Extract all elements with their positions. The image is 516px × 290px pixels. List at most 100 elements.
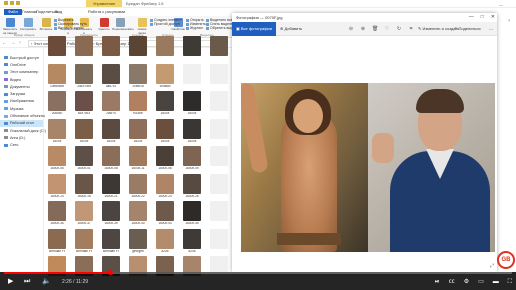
progress-bar[interactable]	[4, 270, 512, 275]
file-item[interactable]: 1600x-18	[71, 173, 97, 199]
file-item[interactable]: 8206	[152, 228, 178, 254]
file-item[interactable]: 1600x-22	[125, 173, 151, 199]
ribbon-button-delete[interactable]: Удалить	[96, 18, 112, 36]
close-icon[interactable]: ✕	[491, 13, 495, 22]
file-item[interactable]	[179, 36, 205, 57]
file-item[interactable]	[206, 36, 232, 57]
fullscreen-icon[interactable]: ⛶	[508, 278, 512, 286]
sidebar-item[interactable]: Сеть	[0, 142, 43, 149]
file-item[interactable]: f01bce	[125, 91, 151, 116]
more-icon[interactable]: …	[488, 26, 494, 32]
file-item[interactable]: 1600x	[179, 91, 205, 116]
photo-image[interactable]	[241, 83, 495, 252]
file-item[interactable]	[206, 91, 232, 112]
minimize-icon[interactable]: —	[499, 2, 503, 7]
quick-access-toolbar[interactable]	[4, 1, 24, 6]
file-item[interactable]: 1600x-40	[125, 201, 151, 226]
file-item[interactable]: 1600x-14	[44, 173, 70, 199]
sidebar-item[interactable]: Изображения	[0, 98, 43, 105]
file-item[interactable]	[206, 63, 232, 85]
menu-view[interactable]: Вид	[55, 9, 62, 15]
file-item[interactable]: 1600x	[152, 118, 178, 144]
file-item[interactable]: 1600x-43	[152, 201, 178, 226]
file-item[interactable]	[206, 146, 232, 167]
maximize-icon[interactable]: □	[481, 13, 484, 22]
ribbon-small-command[interactable]: Простой доступ	[150, 22, 180, 26]
help-icon[interactable]: ?	[508, 18, 510, 23]
subtitles-icon[interactable]: ㏄	[449, 278, 455, 286]
crop-icon[interactable]: ⌗	[408, 26, 414, 32]
file-item[interactable]	[206, 228, 232, 250]
menu-picture-tools[interactable]: Работа с рисунками	[88, 9, 125, 15]
file-item[interactable]: a1e7c93	[71, 91, 97, 116]
delete-icon[interactable]: 🗑	[372, 26, 378, 32]
ribbon-tab-manage[interactable]: Управление	[86, 0, 123, 7]
zoom-in-icon[interactable]: ⊕	[360, 26, 366, 32]
next-icon[interactable]: ⏭	[24, 278, 30, 286]
share-button[interactable]: ⇪ Поделиться	[454, 22, 481, 36]
file-item[interactable]: georgeb	[125, 228, 151, 254]
file-item[interactable]: 1600x-06	[152, 146, 178, 171]
favorite-icon[interactable]: ♡	[384, 26, 390, 32]
file-item[interactable]: 1600x	[152, 91, 178, 116]
sidebar-item[interactable]: OneDrive	[0, 61, 43, 68]
file-item[interactable]: Brendan Fr	[98, 228, 124, 254]
file-item[interactable]	[98, 36, 124, 57]
sidebar-item[interactable]: Документы	[0, 83, 43, 90]
file-item[interactable]: 1600x-35	[44, 201, 70, 226]
file-item[interactable]: 1600x-45	[179, 201, 205, 226]
file-item[interactable]: 1600x	[179, 118, 205, 144]
sidebar-item[interactable]: Объемные объекты	[0, 112, 45, 119]
sidebar-item[interactable]: Загрузки	[0, 90, 43, 97]
minimize-icon[interactable]: —	[469, 13, 474, 22]
file-item[interactable]: 206x50	[44, 91, 70, 116]
file-item[interactable]: 2a1b7d5f	[71, 63, 97, 89]
file-item[interactable]	[206, 201, 232, 222]
volume-icon[interactable]: 🔈	[42, 278, 51, 286]
rotate-icon[interactable]: ↻	[396, 26, 402, 32]
file-item[interactable]: 1600x-39	[98, 201, 124, 226]
file-item[interactable]: 1600x	[71, 118, 97, 144]
ribbon-small-command[interactable]: Вставить ярлык	[54, 26, 84, 30]
settings-icon[interactable]: ⚙	[464, 278, 469, 286]
file-item[interactable]	[179, 63, 205, 85]
sidebar-item[interactable]: Area (D:)	[0, 134, 43, 141]
file-item[interactable]: 1600x-24	[152, 173, 178, 199]
miniplayer-icon[interactable]: ▭	[478, 278, 484, 286]
play-icon[interactable]: ▶	[8, 278, 13, 286]
autoplay-icon[interactable]: ⏯	[435, 278, 440, 286]
file-item[interactable]: 3ad71c	[98, 63, 124, 89]
file-item[interactable]: 1600x	[125, 118, 151, 144]
sidebar-item[interactable]: Локальный диск (C:)	[0, 127, 46, 134]
file-item[interactable]	[152, 36, 178, 57]
all-photos-button[interactable]: Все фотографии	[232, 22, 277, 36]
file-item[interactable]	[206, 118, 232, 140]
file-item[interactable]: 1600x-37	[71, 201, 97, 226]
file-item[interactable]: 1600x-05	[44, 146, 70, 171]
file-item[interactable]: Brendan Fr	[71, 228, 97, 254]
ribbon-small-command[interactable]: Журнал	[186, 26, 203, 30]
zoom-out-icon[interactable]: ⊖	[348, 26, 354, 32]
progress-knob[interactable]	[108, 270, 114, 275]
file-item[interactable]: 2d5f70	[98, 91, 124, 116]
file-item[interactable]	[71, 36, 97, 57]
theater-icon[interactable]: ▬	[493, 278, 499, 286]
file-item[interactable]	[206, 173, 232, 195]
file-item[interactable]: 2ca9f1d	[125, 63, 151, 89]
file-item[interactable]: 1e4fd8c	[152, 63, 178, 89]
file-item[interactable]: 1600x-21	[98, 173, 124, 199]
file-item[interactable]: 1600x-08	[98, 146, 124, 171]
file-item[interactable]: 1600x-26	[179, 173, 205, 199]
add-button[interactable]: ⊕ Добавить	[280, 22, 302, 36]
file-item[interactable]: 1600x	[98, 118, 124, 144]
sidebar-item[interactable]: Этот компьютер	[0, 69, 43, 76]
sidebar-item[interactable]: Музыка	[0, 105, 43, 112]
file-item[interactable]: Brendan Fr	[44, 228, 70, 254]
nav-buttons[interactable]: ← → ↑	[2, 41, 22, 46]
sidebar-item[interactable]: Видео	[0, 76, 43, 83]
file-item[interactable]: 1600x	[44, 118, 70, 144]
ribbon-button-paste[interactable]: Вставить	[38, 18, 54, 36]
file-item[interactable]: 1600x-01	[71, 146, 97, 171]
file-item[interactable]	[125, 36, 151, 57]
menu-file[interactable]: Файл	[4, 9, 22, 15]
